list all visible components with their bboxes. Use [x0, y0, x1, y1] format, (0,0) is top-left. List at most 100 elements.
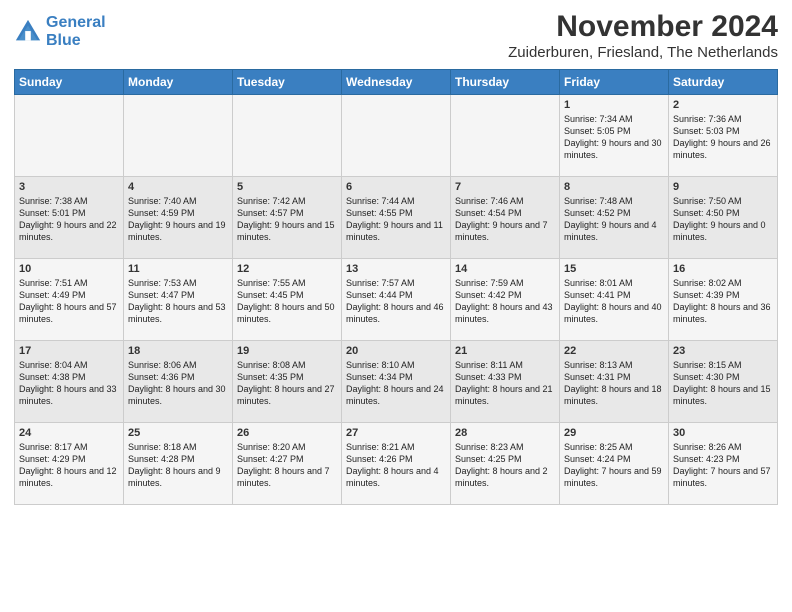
col-saturday: Saturday — [669, 70, 778, 95]
day-number: 28 — [455, 427, 555, 439]
day-info: Sunrise: 7:55 AM Sunset: 4:45 PM Dayligh… — [237, 277, 337, 326]
day-number: 11 — [128, 263, 228, 275]
calendar-cell: 10 Sunrise: 7:51 AM Sunset: 4:49 PM Dayli… — [15, 259, 124, 341]
day-info: Sunrise: 7:44 AM Sunset: 4:55 PM Dayligh… — [346, 195, 446, 244]
day-number: 7 — [455, 181, 555, 193]
day-info: Sunrise: 8:26 AM Sunset: 4:23 PM Dayligh… — [673, 441, 773, 490]
day-number: 12 — [237, 263, 337, 275]
col-friday: Friday — [560, 70, 669, 95]
day-info: Sunrise: 7:40 AM Sunset: 4:59 PM Dayligh… — [128, 195, 228, 244]
day-info: Sunrise: 8:17 AM Sunset: 4:29 PM Dayligh… — [19, 441, 119, 490]
calendar-cell: 14Sunrise: 7:59 AM Sunset: 4:42 PM Dayli… — [451, 259, 560, 341]
col-wednesday: Wednesday — [342, 70, 451, 95]
calendar-cell: 17Sunrise: 8:04 AM Sunset: 4:38 PM Dayli… — [15, 341, 124, 423]
day-info: Sunrise: 7:53 AM Sunset: 4:47 PM Dayligh… — [128, 277, 228, 326]
header: General Blue November 2024 Zuiderburen, … — [14, 10, 778, 61]
calendar-cell: 6 Sunrise: 7:44 AM Sunset: 4:55 PM Daylig… — [342, 177, 451, 259]
day-number: 17 — [19, 345, 119, 357]
logo-text: General Blue — [46, 14, 106, 49]
day-info: Sunrise: 8:20 AM Sunset: 4:27 PM Dayligh… — [237, 441, 337, 490]
day-info: Sunrise: 7:38 AM Sunset: 5:01 PM Dayligh… — [19, 195, 119, 244]
calendar-week-0: 1 Sunrise: 7:34 AM Sunset: 5:05 PM Daylig… — [15, 95, 778, 177]
calendar-cell: 5 Sunrise: 7:42 AM Sunset: 4:57 PM Daylig… — [233, 177, 342, 259]
day-number: 13 — [346, 263, 446, 275]
calendar-cell: 22Sunrise: 8:13 AM Sunset: 4:31 PM Dayli… — [560, 341, 669, 423]
page: General Blue November 2024 Zuiderburen, … — [0, 0, 792, 612]
day-number: 1 — [564, 99, 664, 111]
day-number: 5 — [237, 181, 337, 193]
day-number: 29 — [564, 427, 664, 439]
day-info: Sunrise: 7:57 AM Sunset: 4:44 PM Dayligh… — [346, 277, 446, 326]
day-number: 18 — [128, 345, 228, 357]
calendar-week-1: 3Sunrise: 7:38 AM Sunset: 5:01 PM Daylig… — [15, 177, 778, 259]
day-info: Sunrise: 7:50 AM Sunset: 4:50 PM Dayligh… — [673, 195, 773, 244]
col-thursday: Thursday — [451, 70, 560, 95]
col-sunday: Sunday — [15, 70, 124, 95]
day-number: 30 — [673, 427, 773, 439]
day-info: Sunrise: 8:06 AM Sunset: 4:36 PM Dayligh… — [128, 359, 228, 408]
calendar-cell: 20Sunrise: 8:10 AM Sunset: 4:34 PM Dayli… — [342, 341, 451, 423]
calendar-cell: 18 Sunrise: 8:06 AM Sunset: 4:36 PM Dayli… — [124, 341, 233, 423]
day-info: Sunrise: 8:21 AM Sunset: 4:26 PM Dayligh… — [346, 441, 446, 490]
calendar-cell: 9 Sunrise: 7:50 AM Sunset: 4:50 PM Daylig… — [669, 177, 778, 259]
calendar-cell: 29 Sunrise: 8:25 AM Sunset: 4:24 PM Dayli… — [560, 423, 669, 505]
calendar-cell: 21 Sunrise: 8:11 AM Sunset: 4:33 PM Dayli… — [451, 341, 560, 423]
calendar-cell: 11 Sunrise: 7:53 AM Sunset: 4:47 PM Dayli… — [124, 259, 233, 341]
day-number: 26 — [237, 427, 337, 439]
calendar-cell: 12 Sunrise: 7:55 AM Sunset: 4:45 PM Dayli… — [233, 259, 342, 341]
calendar-cell — [233, 95, 342, 177]
calendar-cell: 28 Sunrise: 8:23 AM Sunset: 4:25 PM Dayli… — [451, 423, 560, 505]
day-number: 9 — [673, 181, 773, 193]
calendar-cell — [124, 95, 233, 177]
calendar-cell: 3Sunrise: 7:38 AM Sunset: 5:01 PM Daylig… — [15, 177, 124, 259]
day-number: 8 — [564, 181, 664, 193]
logo-icon — [14, 18, 42, 46]
calendar-week-2: 10 Sunrise: 7:51 AM Sunset: 4:49 PM Dayli… — [15, 259, 778, 341]
calendar-cell: 23 Sunrise: 8:15 AM Sunset: 4:30 PM Dayli… — [669, 341, 778, 423]
location-subtitle: Zuiderburen, Friesland, The Netherlands — [508, 44, 778, 61]
calendar-week-3: 17Sunrise: 8:04 AM Sunset: 4:38 PM Dayli… — [15, 341, 778, 423]
calendar-cell — [15, 95, 124, 177]
title-area: November 2024 Zuiderburen, Friesland, Th… — [508, 10, 778, 61]
calendar-cell: 15 Sunrise: 8:01 AM Sunset: 4:41 PM Dayli… — [560, 259, 669, 341]
day-info: Sunrise: 8:10 AM Sunset: 4:34 PM Dayligh… — [346, 359, 446, 408]
day-number: 6 — [346, 181, 446, 193]
day-number: 10 — [19, 263, 119, 275]
day-number: 19 — [237, 345, 337, 357]
day-info: Sunrise: 7:46 AM Sunset: 4:54 PM Dayligh… — [455, 195, 555, 244]
day-number: 15 — [564, 263, 664, 275]
day-info: Sunrise: 8:15 AM Sunset: 4:30 PM Dayligh… — [673, 359, 773, 408]
day-info: Sunrise: 7:34 AM Sunset: 5:05 PM Dayligh… — [564, 113, 664, 162]
day-number: 25 — [128, 427, 228, 439]
day-number: 24 — [19, 427, 119, 439]
day-number: 22 — [564, 345, 664, 357]
day-number: 23 — [673, 345, 773, 357]
day-number: 27 — [346, 427, 446, 439]
day-info: Sunrise: 8:23 AM Sunset: 4:25 PM Dayligh… — [455, 441, 555, 490]
calendar-cell: 4 Sunrise: 7:40 AM Sunset: 4:59 PM Daylig… — [124, 177, 233, 259]
calendar-cell: 1 Sunrise: 7:34 AM Sunset: 5:05 PM Daylig… — [560, 95, 669, 177]
day-info: Sunrise: 8:25 AM Sunset: 4:24 PM Dayligh… — [564, 441, 664, 490]
calendar-cell: 30 Sunrise: 8:26 AM Sunset: 4:23 PM Dayli… — [669, 423, 778, 505]
calendar-cell: 13 Sunrise: 7:57 AM Sunset: 4:44 PM Dayli… — [342, 259, 451, 341]
calendar-cell: 2Sunrise: 7:36 AM Sunset: 5:03 PM Daylig… — [669, 95, 778, 177]
day-number: 2 — [673, 99, 773, 111]
day-number: 4 — [128, 181, 228, 193]
col-monday: Monday — [124, 70, 233, 95]
day-info: Sunrise: 8:01 AM Sunset: 4:41 PM Dayligh… — [564, 277, 664, 326]
day-info: Sunrise: 8:11 AM Sunset: 4:33 PM Dayligh… — [455, 359, 555, 408]
day-info: Sunrise: 8:08 AM Sunset: 4:35 PM Dayligh… — [237, 359, 337, 408]
day-number: 21 — [455, 345, 555, 357]
col-tuesday: Tuesday — [233, 70, 342, 95]
month-title: November 2024 — [508, 10, 778, 44]
calendar-cell: 8Sunrise: 7:48 AM Sunset: 4:52 PM Daylig… — [560, 177, 669, 259]
day-info: Sunrise: 7:51 AM Sunset: 4:49 PM Dayligh… — [19, 277, 119, 326]
calendar-cell — [342, 95, 451, 177]
calendar-cell: 16Sunrise: 8:02 AM Sunset: 4:39 PM Dayli… — [669, 259, 778, 341]
day-number: 14 — [455, 263, 555, 275]
calendar-cell: 24 Sunrise: 8:17 AM Sunset: 4:29 PM Dayli… — [15, 423, 124, 505]
day-info: Sunrise: 8:02 AM Sunset: 4:39 PM Dayligh… — [673, 277, 773, 326]
calendar-cell: 19 Sunrise: 8:08 AM Sunset: 4:35 PM Dayli… — [233, 341, 342, 423]
calendar-cell — [451, 95, 560, 177]
day-info: Sunrise: 7:42 AM Sunset: 4:57 PM Dayligh… — [237, 195, 337, 244]
